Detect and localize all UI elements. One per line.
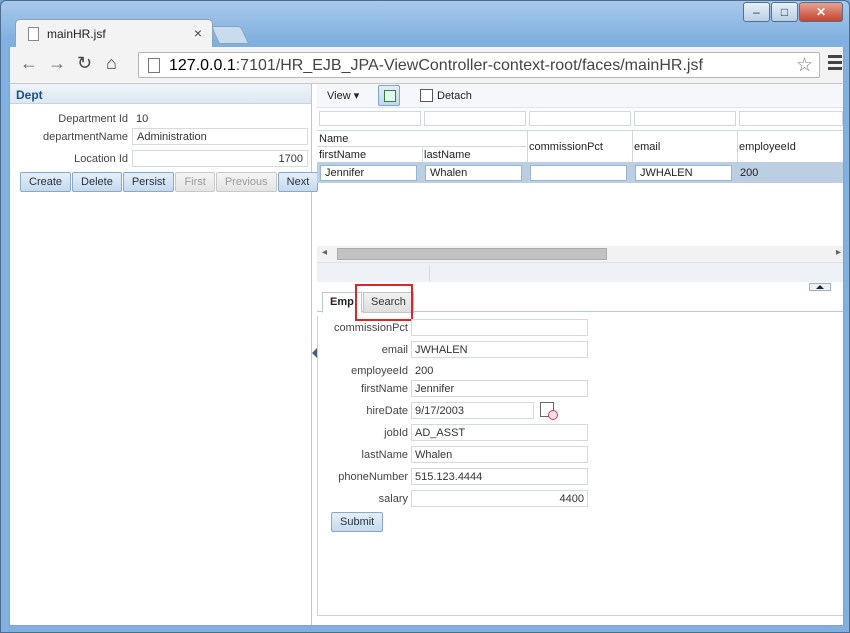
new-tab-button[interactable]	[210, 26, 250, 44]
url-text[interactable]: 127.0.0.1:7101/HR_EJB_JPA-ViewController…	[169, 57, 703, 75]
table-footer	[317, 262, 843, 282]
phonenumber-input[interactable]: 515.123.4444	[411, 468, 588, 485]
dept-button-bar: Create Delete Persist First Previous Nex…	[20, 172, 319, 192]
filter-email-input[interactable]	[634, 111, 736, 126]
department-name-row: departmentName Administration	[10, 128, 310, 146]
filter-commissionpct-input[interactable]	[529, 111, 631, 126]
first-button[interactable]: First	[175, 172, 215, 192]
page-icon	[28, 27, 39, 41]
close-window-button[interactable]: ✕	[799, 2, 843, 22]
maximize-button[interactable]: □	[771, 2, 798, 22]
jobid-input[interactable]: AD_ASST	[411, 424, 588, 441]
firstname-row: firstName Jennifer	[318, 379, 843, 399]
close-icon[interactable]: ×	[194, 25, 202, 41]
commissionpct-input[interactable]	[411, 319, 588, 336]
reload-icon[interactable]: ↻	[77, 53, 92, 74]
jobid-row: jobId AD_ASST	[318, 423, 843, 443]
employeeid-row: employeeId 200	[318, 361, 843, 381]
commissionpct-label: commissionPct	[334, 322, 408, 334]
column-header-employeeid[interactable]: employeeId	[739, 141, 796, 153]
browser-window: mainHR.jsf × – □ ✕ ← → ↻ ⌂ 127.0.0.1:710…	[0, 0, 850, 633]
column-header-lastname[interactable]: lastName	[424, 149, 470, 161]
calendar-icon[interactable]	[540, 402, 558, 420]
department-name-input[interactable]: Administration	[132, 128, 308, 145]
freeze-icon[interactable]	[378, 85, 400, 106]
commissionpct-row: commissionPct	[318, 318, 843, 338]
back-icon[interactable]: ←	[20, 53, 38, 74]
employeeid-label: employeeId	[351, 365, 408, 377]
dept-panel: Dept Department Id 10 departmentName Adm…	[10, 84, 319, 625]
cell-lastname-input[interactable]: Whalen	[425, 165, 522, 181]
department-id-row: Department Id 10	[10, 110, 310, 128]
home-icon[interactable]: ⌂	[106, 53, 117, 74]
table-header: Name firstName lastName commissionPct em…	[317, 130, 843, 165]
delete-button[interactable]: Delete	[72, 172, 122, 192]
table-toolbar: View ▾ Detach	[317, 84, 843, 108]
department-id-value: 10	[136, 113, 149, 125]
location-id-row: Location Id 1700	[10, 150, 310, 168]
page-icon	[148, 58, 160, 73]
menu-icon[interactable]	[828, 55, 842, 73]
location-id-label: Location Id	[74, 153, 128, 165]
lastname-row: lastName Whalen	[318, 445, 843, 465]
emp-area: View ▾ Detach Name firstName lastName co…	[317, 84, 843, 625]
table-row[interactable]: Jennifer Whalen JWHALEN 200	[317, 162, 843, 183]
address-bar[interactable]: 127.0.0.1:7101/HR_EJB_JPA-ViewController…	[138, 52, 820, 78]
location-id-input[interactable]: 1700	[132, 150, 308, 167]
emp-form: commissionPct email JWHALEN employeeId 2…	[317, 316, 843, 616]
name-group-header: Name	[319, 133, 349, 145]
email-label: email	[381, 344, 408, 356]
browser-tab[interactable]: mainHR.jsf ×	[15, 19, 213, 47]
hiredate-label: hireDate	[366, 405, 408, 417]
cell-commissionpct-input[interactable]	[530, 165, 627, 181]
page-viewport: Dept Department Id 10 departmentName Adm…	[9, 83, 844, 626]
department-name-label: departmentName	[43, 131, 128, 143]
previous-button[interactable]: Previous	[215, 172, 277, 192]
employeeid-value: 200	[415, 365, 434, 377]
email-row: email JWHALEN	[318, 340, 843, 360]
forward-icon[interactable]: →	[48, 53, 66, 74]
salary-label: salary	[378, 493, 408, 505]
filter-employeeid-input[interactable]	[739, 111, 843, 126]
next-button[interactable]: Next	[277, 172, 319, 192]
filter-row	[317, 110, 843, 128]
filter-firstname-input[interactable]	[319, 111, 421, 126]
persist-button[interactable]: Persist	[122, 172, 175, 192]
hiredate-row: hireDate 9/17/2003	[318, 401, 843, 421]
scroll-right-icon[interactable]: ▸	[836, 247, 841, 258]
horizontal-scrollbar[interactable]: ◂ ▸	[317, 246, 843, 262]
column-header-firstname[interactable]: firstName	[319, 149, 366, 161]
scroll-thumb[interactable]	[337, 248, 607, 260]
firstname-input[interactable]: Jennifer	[411, 380, 588, 397]
dept-header: Dept	[10, 84, 311, 104]
phonenumber-row: phoneNumber 515.123.4444	[318, 467, 843, 487]
firstname-label: firstName	[360, 383, 408, 395]
cell-email-input[interactable]: JWHALEN	[635, 165, 732, 181]
cell-firstname-input[interactable]: Jennifer	[320, 165, 417, 181]
detach-button[interactable]: Detach	[437, 90, 472, 102]
lastname-input[interactable]: Whalen	[411, 446, 588, 463]
filter-lastname-input[interactable]	[424, 111, 526, 126]
view-menu-button[interactable]: View ▾	[327, 89, 359, 102]
department-id-label: Department Id	[58, 113, 128, 125]
star-icon[interactable]: ☆	[796, 54, 813, 77]
column-header-commissionpct[interactable]: commissionPct	[529, 141, 603, 153]
hiredate-input[interactable]: 9/17/2003	[411, 402, 534, 419]
email-input[interactable]: JWHALEN	[411, 341, 588, 358]
minimize-button[interactable]: –	[743, 2, 770, 22]
salary-row: salary 4400	[318, 489, 843, 509]
column-header-email[interactable]: email	[634, 141, 660, 153]
lastname-label: lastName	[361, 449, 408, 461]
tab-title: mainHR.jsf	[47, 27, 106, 41]
detach-icon[interactable]	[420, 89, 433, 102]
submit-button[interactable]: Submit	[331, 512, 384, 532]
scroll-left-icon[interactable]: ◂	[322, 247, 327, 258]
create-button[interactable]: Create	[20, 172, 72, 192]
jobid-label: jobId	[384, 427, 408, 439]
cell-employeeid: 200	[740, 167, 759, 179]
browser-toolbar: ← → ↻ ⌂ 127.0.0.1:7101/HR_EJB_JPA-ViewCo…	[9, 47, 844, 83]
salary-input[interactable]: 4400	[411, 490, 588, 507]
phonenumber-label: phoneNumber	[338, 471, 408, 483]
